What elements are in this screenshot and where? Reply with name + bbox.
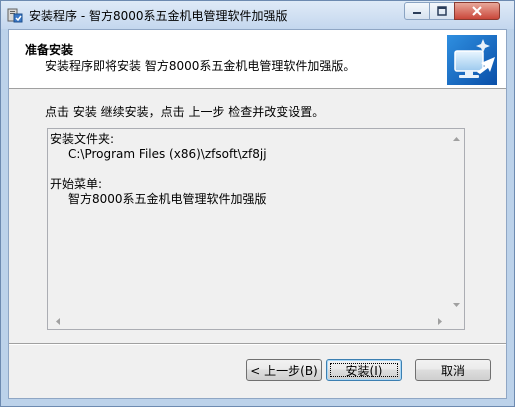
title-bar[interactable]: 安装程序 - 智方8000系五金机电管理软件加强版 bbox=[1, 1, 514, 29]
installer-icon bbox=[7, 8, 23, 23]
memo-line bbox=[50, 162, 448, 177]
scroll-right-arrow[interactable] bbox=[432, 313, 448, 329]
page-title: 准备安装 bbox=[25, 43, 74, 57]
close-button[interactable] bbox=[454, 2, 500, 20]
scroll-right-icon bbox=[438, 317, 442, 325]
scroll-left-arrow[interactable] bbox=[50, 313, 66, 329]
scroll-left-icon bbox=[56, 317, 60, 325]
install-button[interactable]: 安装(I) bbox=[326, 359, 402, 381]
memo-line: C:\Program Files (x86)\zfsoft\zf8jj bbox=[68, 147, 267, 161]
button-separator bbox=[9, 343, 506, 345]
page-subtitle: 安装程序即将安装 智方8000系五金机电管理软件加强版。 bbox=[45, 59, 356, 73]
back-button[interactable]: < 上一步(B) bbox=[246, 359, 322, 381]
horizontal-scrollbar[interactable] bbox=[48, 313, 448, 329]
scroll-up-arrow[interactable] bbox=[448, 131, 464, 147]
installer-window: 安装程序 - 智方8000系五金机电管理软件加强版 准备安装 安装程序即将安装 … bbox=[0, 0, 515, 407]
minimize-button[interactable] bbox=[404, 2, 430, 20]
maximize-icon bbox=[437, 6, 447, 16]
memo-line: 开始菜单: bbox=[50, 177, 103, 191]
memo-line: 智方8000系五金机电管理软件加强版 bbox=[68, 192, 267, 206]
vertical-scrollbar[interactable] bbox=[448, 129, 464, 313]
ready-memo[interactable]: 安装文件夹: C:\Program Files (x86)\zfsoft\zf8… bbox=[47, 128, 465, 330]
minimize-icon bbox=[413, 12, 421, 14]
cancel-button[interactable]: 取消 bbox=[415, 359, 491, 381]
memo-content: 安装文件夹: C:\Program Files (x86)\zfsoft\zf8… bbox=[50, 131, 448, 313]
scroll-down-icon bbox=[452, 303, 460, 307]
window-title: 安装程序 - 智方8000系五金机电管理软件加强版 bbox=[29, 9, 288, 23]
focus-rectangle bbox=[330, 363, 398, 377]
memo-line: 安装文件夹: bbox=[50, 132, 115, 146]
instruction-text: 点击 安装 继续安装，点击 上一步 检查并改变设置。 bbox=[45, 105, 325, 119]
computer-install-icon bbox=[447, 35, 497, 85]
maximize-button[interactable] bbox=[429, 2, 455, 20]
close-icon bbox=[472, 6, 482, 16]
scroll-up-icon bbox=[452, 137, 460, 141]
wizard-header: 准备安装 安装程序即将安装 智方8000系五金机电管理软件加强版。 bbox=[9, 30, 506, 89]
scroll-down-arrow[interactable] bbox=[448, 297, 464, 313]
dialog-client-area: 准备安装 安装程序即将安装 智方8000系五金机电管理软件加强版。 点击 安装 … bbox=[8, 29, 507, 399]
